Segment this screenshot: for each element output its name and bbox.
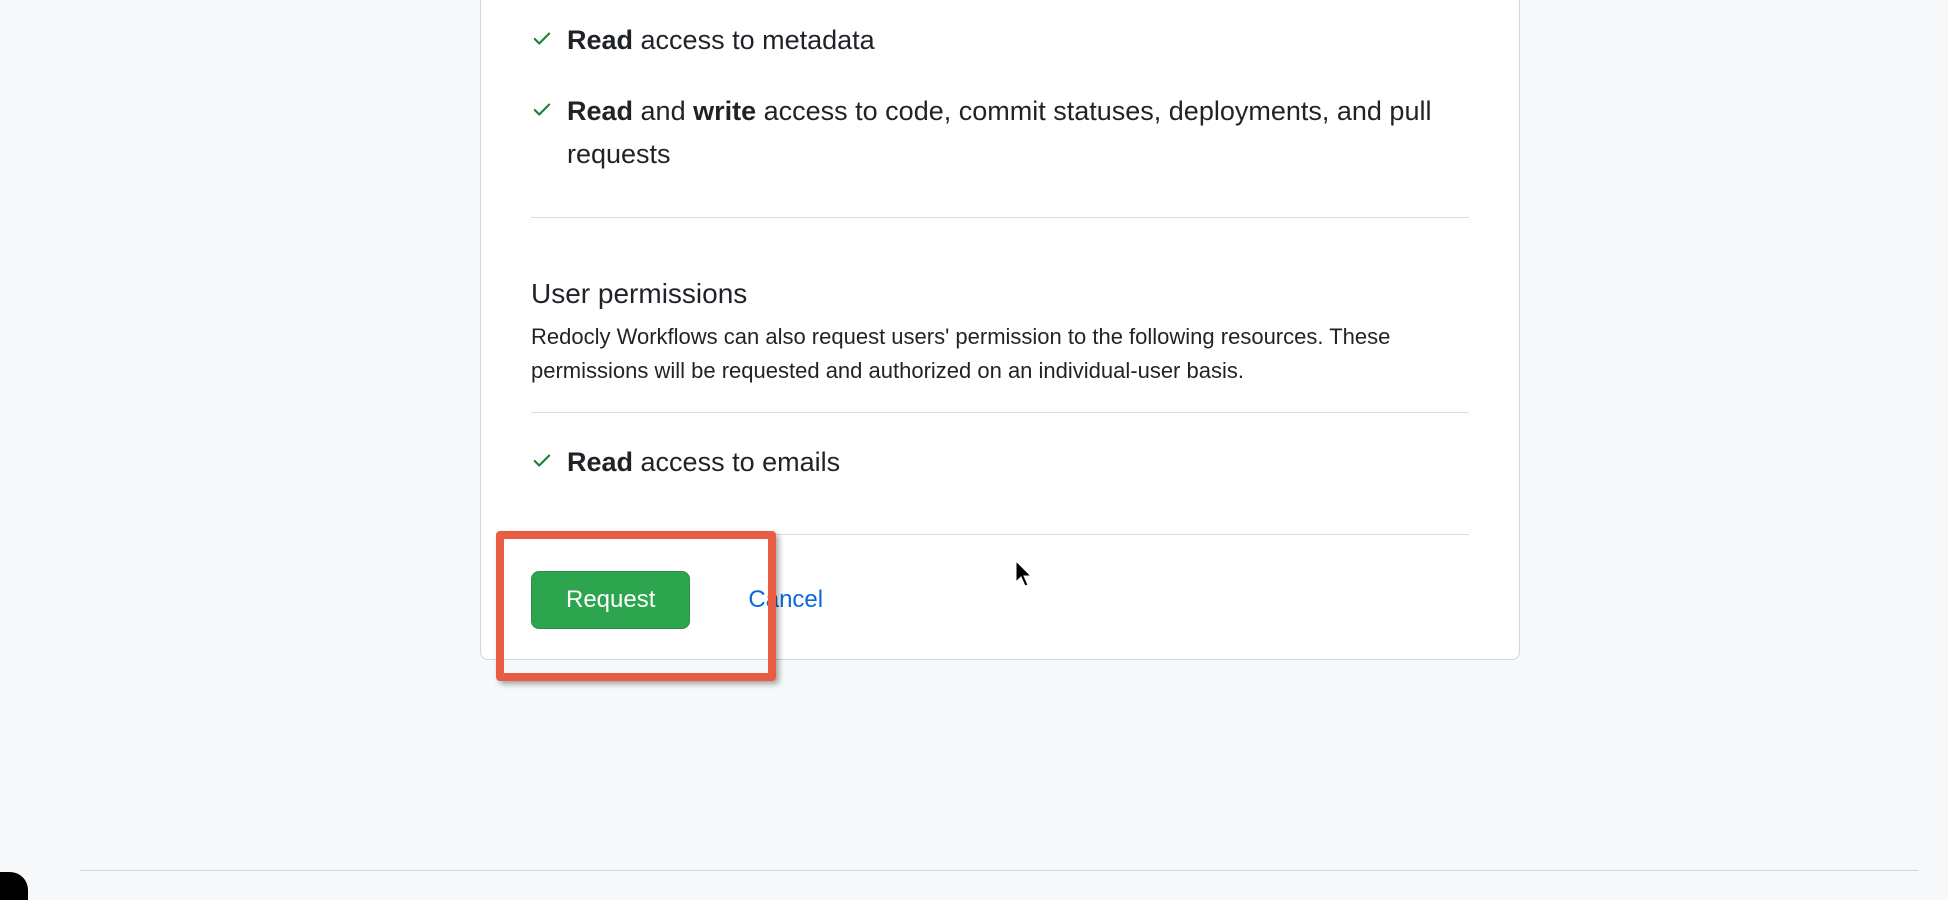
permission-rest: access to emails xyxy=(633,447,840,477)
permission-bold: Read xyxy=(567,25,633,55)
permission-item: Read access to metadata xyxy=(531,19,1469,62)
check-icon xyxy=(531,27,553,49)
permission-text: Read access to metadata xyxy=(567,19,875,62)
permissions-card: Read access to metadata Read and write a… xyxy=(480,0,1520,660)
permission-mid: and xyxy=(633,96,693,126)
page-corner xyxy=(0,872,28,900)
cancel-link[interactable]: Cancel xyxy=(748,586,823,614)
actions-row: Request Cancel xyxy=(531,571,1469,629)
check-icon xyxy=(531,449,553,471)
repo-permissions-list: Read access to metadata Read and write a… xyxy=(531,19,1469,218)
permission-bold: write xyxy=(693,96,756,126)
permission-text: Read and write access to code, commit st… xyxy=(567,90,1469,176)
permission-bold: Read xyxy=(567,447,633,477)
permission-rest: access to metadata xyxy=(633,25,875,55)
footer-divider xyxy=(80,870,1918,871)
request-button[interactable]: Request xyxy=(531,571,690,629)
permission-text: Read access to emails xyxy=(567,441,840,484)
user-permissions-description: Redocly Workflows can also request users… xyxy=(531,320,1469,413)
permission-bold: Read xyxy=(567,96,633,126)
check-icon xyxy=(531,98,553,120)
permission-item: Read access to emails xyxy=(531,441,1469,484)
permission-item: Read and write access to code, commit st… xyxy=(531,90,1469,176)
user-permissions-title: User permissions xyxy=(531,278,1469,310)
user-permissions-list: Read access to emails xyxy=(531,441,1469,535)
